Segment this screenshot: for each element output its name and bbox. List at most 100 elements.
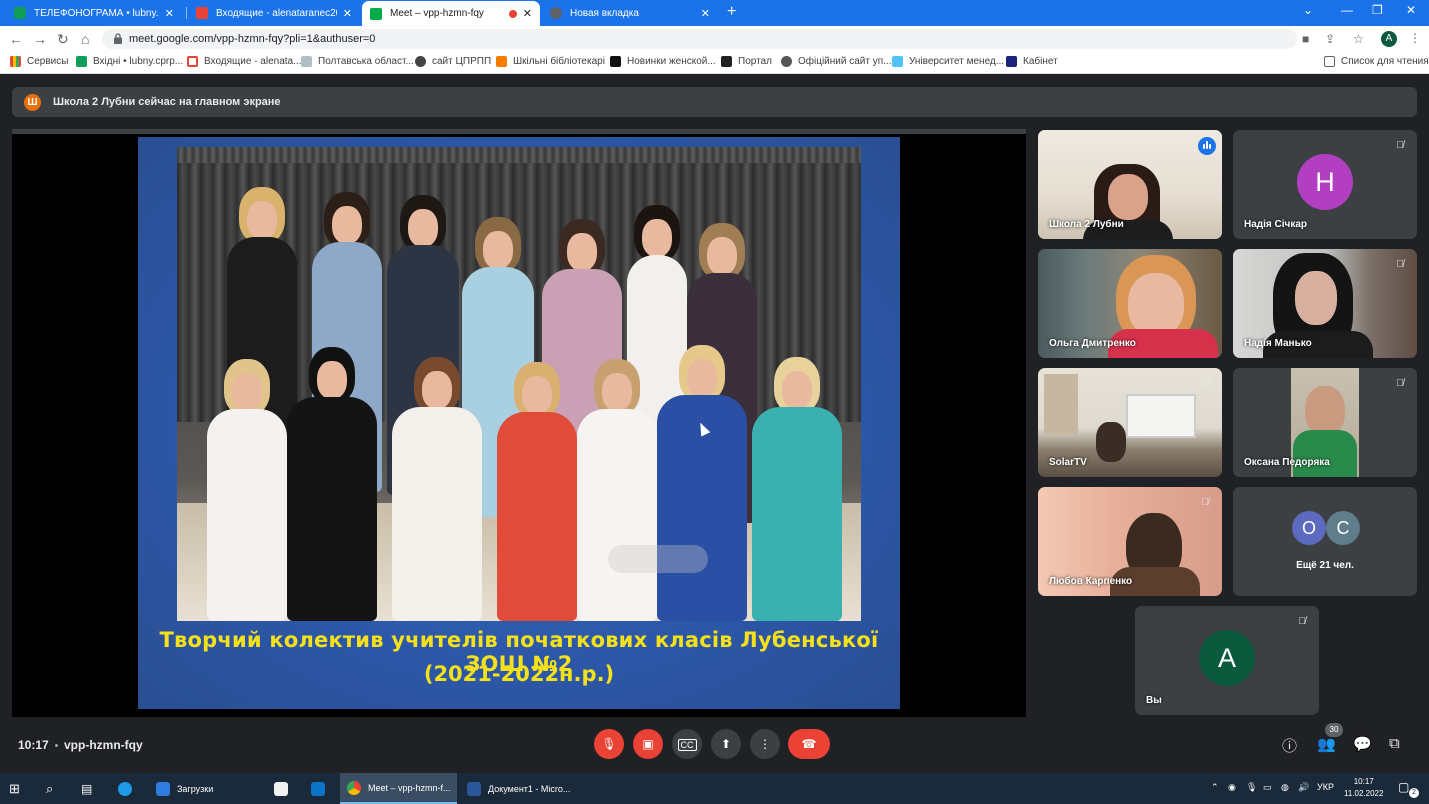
participant-tile-oksana-pedoryaka[interactable]: 🎙̸ Оксана Педоряка (1233, 368, 1417, 477)
group-photo (177, 147, 861, 621)
language-indicator[interactable]: УКР (1317, 782, 1334, 792)
word-icon (467, 781, 481, 796)
close-tab-icon[interactable]: ✕ (343, 7, 352, 20)
meeting-details-icon[interactable]: ⓘ (1282, 735, 1297, 756)
tray-battery-icon[interactable]: ▭ (1263, 782, 1272, 793)
bookmark-official-site[interactable]: Офіційний сайт уп... (781, 56, 892, 67)
tab-telefonograma[interactable]: ТЕЛЕФОНОГРАМА • lubny.cprpp ✕ (6, 2, 182, 24)
bookmark-novinki[interactable]: Новинки женской... (610, 56, 716, 67)
chrome-newtab-favicon-icon (550, 7, 562, 19)
participant-tile-school2[interactable]: Школа 2 Лубни (1038, 130, 1222, 239)
mail-icon[interactable] (311, 773, 332, 804)
participant-tile-self[interactable]: 🎙̸ A Вы (1135, 606, 1319, 715)
meet-app: Ш Школа 2 Лубни сейчас на главном экране (0, 75, 1429, 773)
chat-icon[interactable]: 💬 (1353, 735, 1372, 753)
bookmark-portal[interactable]: Портал (721, 56, 772, 67)
participant-tile-nadiya-sichkar[interactable]: 🎙̸ Н Надія Січкар (1233, 130, 1417, 239)
taskbar-clock[interactable]: 10:17 11.02.2022 (1344, 776, 1383, 800)
bookmark-cprpp[interactable]: сайт ЦПРПП (415, 56, 491, 67)
reading-list-icon (1324, 56, 1335, 67)
taskbar-meet-chrome[interactable]: Meet – vpp-hzmn-f... (340, 773, 457, 804)
share-icon[interactable]: ⇪ (1325, 32, 1335, 46)
task-view-icon[interactable]: ▤ (81, 773, 92, 804)
participant-avatar: A (1199, 630, 1255, 686)
close-tab-icon[interactable]: ✕ (165, 7, 174, 20)
tray-expand-icon[interactable]: ⌃ (1211, 782, 1219, 793)
search-icon[interactable]: ⌕ (46, 773, 53, 804)
captions-button[interactable]: CC (672, 729, 702, 759)
activities-icon[interactable]: ⧉ (1389, 735, 1400, 752)
meeting-clock: 10:17 (18, 738, 49, 752)
participant-tile-others[interactable]: О С Ещё 21 чел. (1233, 487, 1417, 596)
forward-arrow-icon[interactable]: → (33, 31, 47, 47)
windows-taskbar: ⊞ ⌕ ▤ Загрузки Meet – vpp-hzmn-f... Доку… (0, 773, 1429, 804)
mic-off-icon: 🎙̸ (1396, 259, 1404, 270)
bookmark-poltava[interactable]: Полтавська област... (301, 56, 414, 67)
bookmark-university[interactable]: Університет менед... (892, 56, 1004, 67)
tab-gmail-inbox[interactable]: Входящие - alenataranec2019@ ✕ (188, 2, 360, 24)
browser-menu-icon[interactable]: ⋮ (1409, 31, 1421, 45)
bookmark-cabinet[interactable]: Кабінет (1006, 56, 1058, 67)
bookmark-gmail[interactable]: Входящие - alenata... (187, 56, 301, 67)
leave-call-button[interactable]: ☎ (788, 729, 830, 759)
participant-tile-lyubov-karpenko[interactable]: 🎙̸ Любов Карпенко (1038, 487, 1222, 596)
mic-toggle-button[interactable]: 🎙 (594, 729, 624, 759)
participant-tile-solartv[interactable]: 🎙̸ SolarTV (1038, 368, 1222, 477)
restore-icon[interactable]: ❐ (1372, 3, 1383, 17)
bookmark-librarians[interactable]: Шкільні бібліотекарі (496, 56, 605, 67)
taskbar-word-document[interactable]: Документ1 - Micro... (460, 773, 577, 804)
bookmark-star-icon[interactable]: ☆ (1353, 32, 1364, 46)
tray-volume-icon[interactable]: 🔊 (1298, 782, 1309, 793)
presented-slide: Творчий колектив учителів початкових кла… (138, 137, 900, 709)
reading-list[interactable]: Список для чтения (1324, 56, 1429, 67)
present-screen-button[interactable]: ⬆ (711, 729, 741, 759)
camera-indicator-icon[interactable]: ■ (1302, 32, 1309, 46)
address-bar[interactable]: meet.google.com/vpp-hzmn-fqy?pli=1&authu… (102, 29, 1364, 49)
bookmark-label: сайт ЦПРПП (432, 56, 492, 67)
tab-title: Meet – vpp-hzmn-fqy (390, 8, 484, 19)
profile-avatar[interactable]: A (1381, 31, 1397, 47)
site-icon (301, 56, 312, 67)
url-text: meet.google.com/vpp-hzmn-fqy?pli=1&authu… (129, 33, 376, 45)
participant-tile-nadiya-manko[interactable]: 🎙̸ Надія Манько (1233, 249, 1417, 358)
tray-mic-icon[interactable]: 🎙 (1246, 782, 1257, 793)
tray-meet-icon[interactable]: ◉ (1228, 782, 1236, 793)
taskbar-downloads[interactable]: Загрузки (148, 773, 266, 804)
store-icon (610, 56, 621, 67)
close-tab-icon[interactable]: ✕ (523, 7, 532, 20)
new-tab-button[interactable]: + (727, 3, 736, 21)
recording-dot-icon (508, 9, 517, 18)
camera-toggle-button[interactable]: ▣ (633, 729, 663, 759)
tray-network-icon[interactable]: ◍ (1281, 782, 1289, 793)
participant-name: Вы (1146, 695, 1162, 706)
store-icon[interactable] (274, 773, 295, 804)
tab-search-icon[interactable]: ⌄ (1303, 3, 1313, 17)
minimize-icon[interactable]: — (1341, 3, 1353, 17)
edge-icon[interactable] (118, 773, 139, 804)
bookmark-classroom[interactable]: Вхідні • lubny.cprp... (76, 56, 183, 67)
home-icon[interactable]: ⌂ (81, 31, 89, 47)
participant-name: Надія Січкар (1244, 219, 1308, 230)
mic-off-icon: 🎙̸ (1396, 140, 1404, 151)
bookmark-label: Новинки женской... (627, 56, 716, 67)
overlay-controls[interactable] (608, 545, 708, 573)
back-arrow-icon[interactable]: ← (9, 31, 23, 47)
bookmark-label: Вхідні • lubny.cprp... (93, 56, 184, 67)
taskbar-label: Meet – vpp-hzmn-f... (368, 782, 451, 793)
windows-start-icon[interactable]: ⊞ (9, 773, 20, 804)
gmail-icon (187, 56, 198, 67)
notification-center-icon[interactable]: ▢ (1398, 780, 1409, 794)
tab-meet[interactable]: Meet – vpp-hzmn-fqy ✕ (362, 1, 540, 26)
screen: ТЕЛЕФОНОГРАМА • lubny.cprpp ✕ Входящие -… (0, 0, 1429, 804)
people-icon[interactable]: 👥 (1317, 735, 1336, 753)
participant-tile-olga-dmytrenko[interactable]: Ольга Дмитренко (1038, 249, 1222, 358)
taskbar-time: 10:17 (1353, 777, 1374, 786)
close-window-icon[interactable]: ✕ (1406, 3, 1416, 17)
reload-icon[interactable]: ↻ (57, 31, 69, 47)
close-tab-icon[interactable]: ✕ (701, 7, 710, 20)
more-options-button[interactable]: ⋮ (750, 729, 780, 759)
bookmark-services[interactable]: Сервисы (10, 56, 68, 67)
apps-grid-icon (10, 56, 21, 67)
notification-count-badge: 2 (1409, 788, 1419, 798)
tab-new-tab[interactable]: Новая вкладка ✕ (542, 2, 718, 24)
